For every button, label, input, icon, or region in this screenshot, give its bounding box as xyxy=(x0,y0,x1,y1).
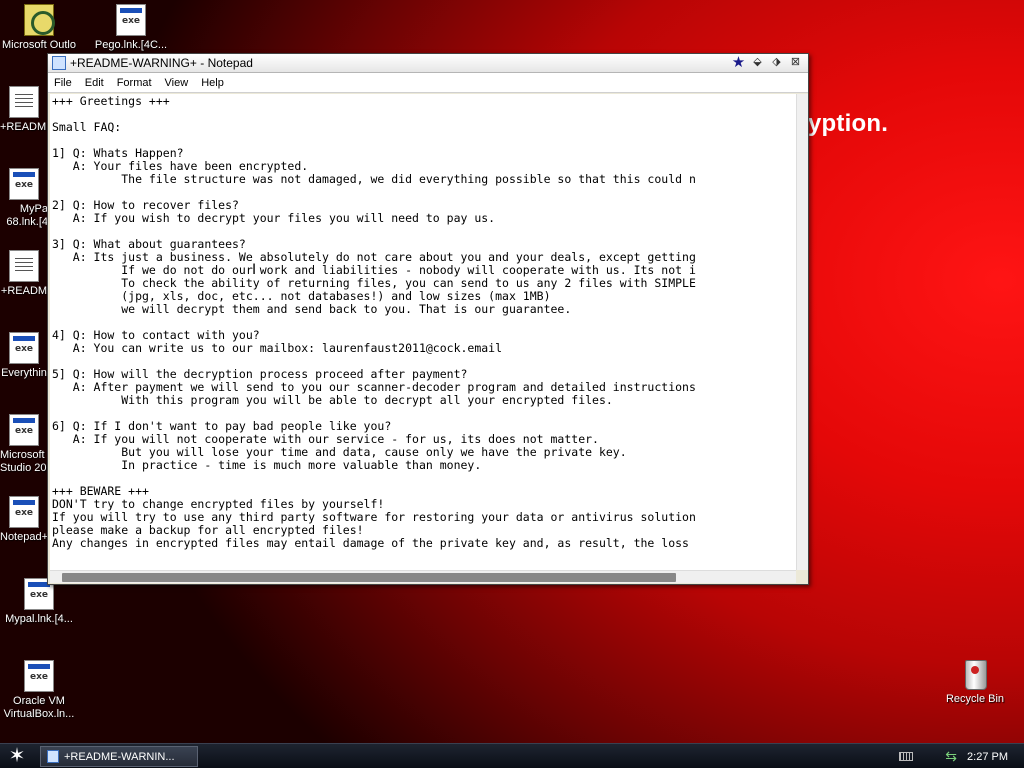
text-document-icon xyxy=(9,86,39,118)
desktop-icon-label: Pego.lnk.[4C... xyxy=(94,39,168,51)
start-button[interactable]: ✶ xyxy=(4,745,30,768)
notepad-window: +README-WARNING+ - Notepad ★ ⬙ ⬗ ⊠ File … xyxy=(47,53,809,585)
recycle-bin-icon xyxy=(961,656,989,690)
desktop-icon-label: Mypal.lnk.[4... xyxy=(5,613,73,625)
desktop-icon-label: +README xyxy=(0,121,48,133)
menu-file[interactable]: File xyxy=(54,77,72,89)
shortcut-app-icon xyxy=(116,4,146,36)
desktop-icon-readme-2[interactable]: +READM xyxy=(0,250,48,298)
keyboard-icon[interactable] xyxy=(899,752,914,761)
desktop-icon-mypal-68[interactable]: MyPa 68.lnk.[4 xyxy=(0,168,48,229)
desktop-icon-virtualbox[interactable]: Oracle VM VirtualBox.ln... xyxy=(0,660,78,721)
scrollbar-thumb[interactable] xyxy=(62,573,676,582)
menu-bar: File Edit Format View Help xyxy=(48,73,808,93)
vertical-scrollbar[interactable] xyxy=(796,94,808,570)
taskbar: ✶ +README-WARNIN... ⇆ 2:27 PM xyxy=(0,743,1024,768)
taskbar-item-label: +README-WARNIN... xyxy=(64,750,175,763)
taskbar-item-notepad[interactable]: +README-WARNIN... xyxy=(40,746,198,767)
text-document-icon xyxy=(9,250,39,282)
close-button[interactable]: ⊠ xyxy=(787,55,804,71)
menu-format[interactable]: Format xyxy=(117,77,152,89)
menu-help[interactable]: Help xyxy=(201,77,224,89)
desktop-icon-label: Everythin xyxy=(1,367,47,379)
desktop-icon-label: Oracle VM VirtualBox.ln... xyxy=(3,695,75,720)
desktop-icon-label: +READM xyxy=(0,285,48,297)
system-tray: ⇆ 2:27 PM xyxy=(899,744,1024,768)
star-icon[interactable]: ★ xyxy=(730,55,747,71)
desktop-icon-everything[interactable]: Everythin xyxy=(0,332,48,380)
maximize-button[interactable]: ⬗ xyxy=(768,55,785,71)
horizontal-scrollbar[interactable] xyxy=(50,570,796,583)
desktop-icon-mypal[interactable]: Mypal.lnk.[4... xyxy=(0,578,78,626)
notepad-icon xyxy=(52,56,66,70)
shortcut-app-icon xyxy=(9,168,39,200)
document-text: +++ Greetings +++ Small FAQ: 1] Q: Whats… xyxy=(52,94,696,550)
shortcut-app-icon xyxy=(9,496,39,528)
desktop-icon-pego[interactable]: Pego.lnk.[4C... xyxy=(92,4,170,52)
desktop-icon-label: MyPa 68.lnk.[4 xyxy=(6,203,48,228)
shortcut-app-icon xyxy=(9,332,39,364)
desktop-icon-ms-studio[interactable]: Microsoft Studio 20 xyxy=(0,414,48,475)
network-icon[interactable]: ⇆ xyxy=(945,748,957,765)
wallpaper-text: yption. xyxy=(808,110,889,137)
text-cursor-icon: I xyxy=(252,262,257,278)
desktop-icon-label: Notepad+ xyxy=(0,531,48,543)
desktop-icon-notepad-plus[interactable]: Notepad+ xyxy=(0,496,48,544)
window-title: +README-WARNING+ - Notepad xyxy=(70,56,253,70)
menu-view[interactable]: View xyxy=(165,77,189,89)
desktop-icon-label: Microsoft Studio 20 xyxy=(0,449,47,474)
minimize-button[interactable]: ⬙ xyxy=(749,55,766,71)
window-titlebar[interactable]: +README-WARNING+ - Notepad ★ ⬙ ⬗ ⊠ xyxy=(48,54,808,73)
shortcut-app-icon xyxy=(9,414,39,446)
clock[interactable]: 2:27 PM xyxy=(967,751,1008,763)
desktop-icon-label: Recycle Bin xyxy=(945,693,1005,705)
menu-edit[interactable]: Edit xyxy=(85,77,104,89)
notepad-icon xyxy=(47,750,59,763)
outlook-icon xyxy=(24,4,55,36)
desktop-icon-readme-1[interactable]: +README xyxy=(0,86,48,134)
desktop-icon-recycle-bin[interactable]: Recycle Bin xyxy=(936,656,1014,706)
shortcut-app-icon xyxy=(24,660,54,692)
text-editor[interactable]: +++ Greetings +++ Small FAQ: 1] Q: Whats… xyxy=(50,94,796,570)
